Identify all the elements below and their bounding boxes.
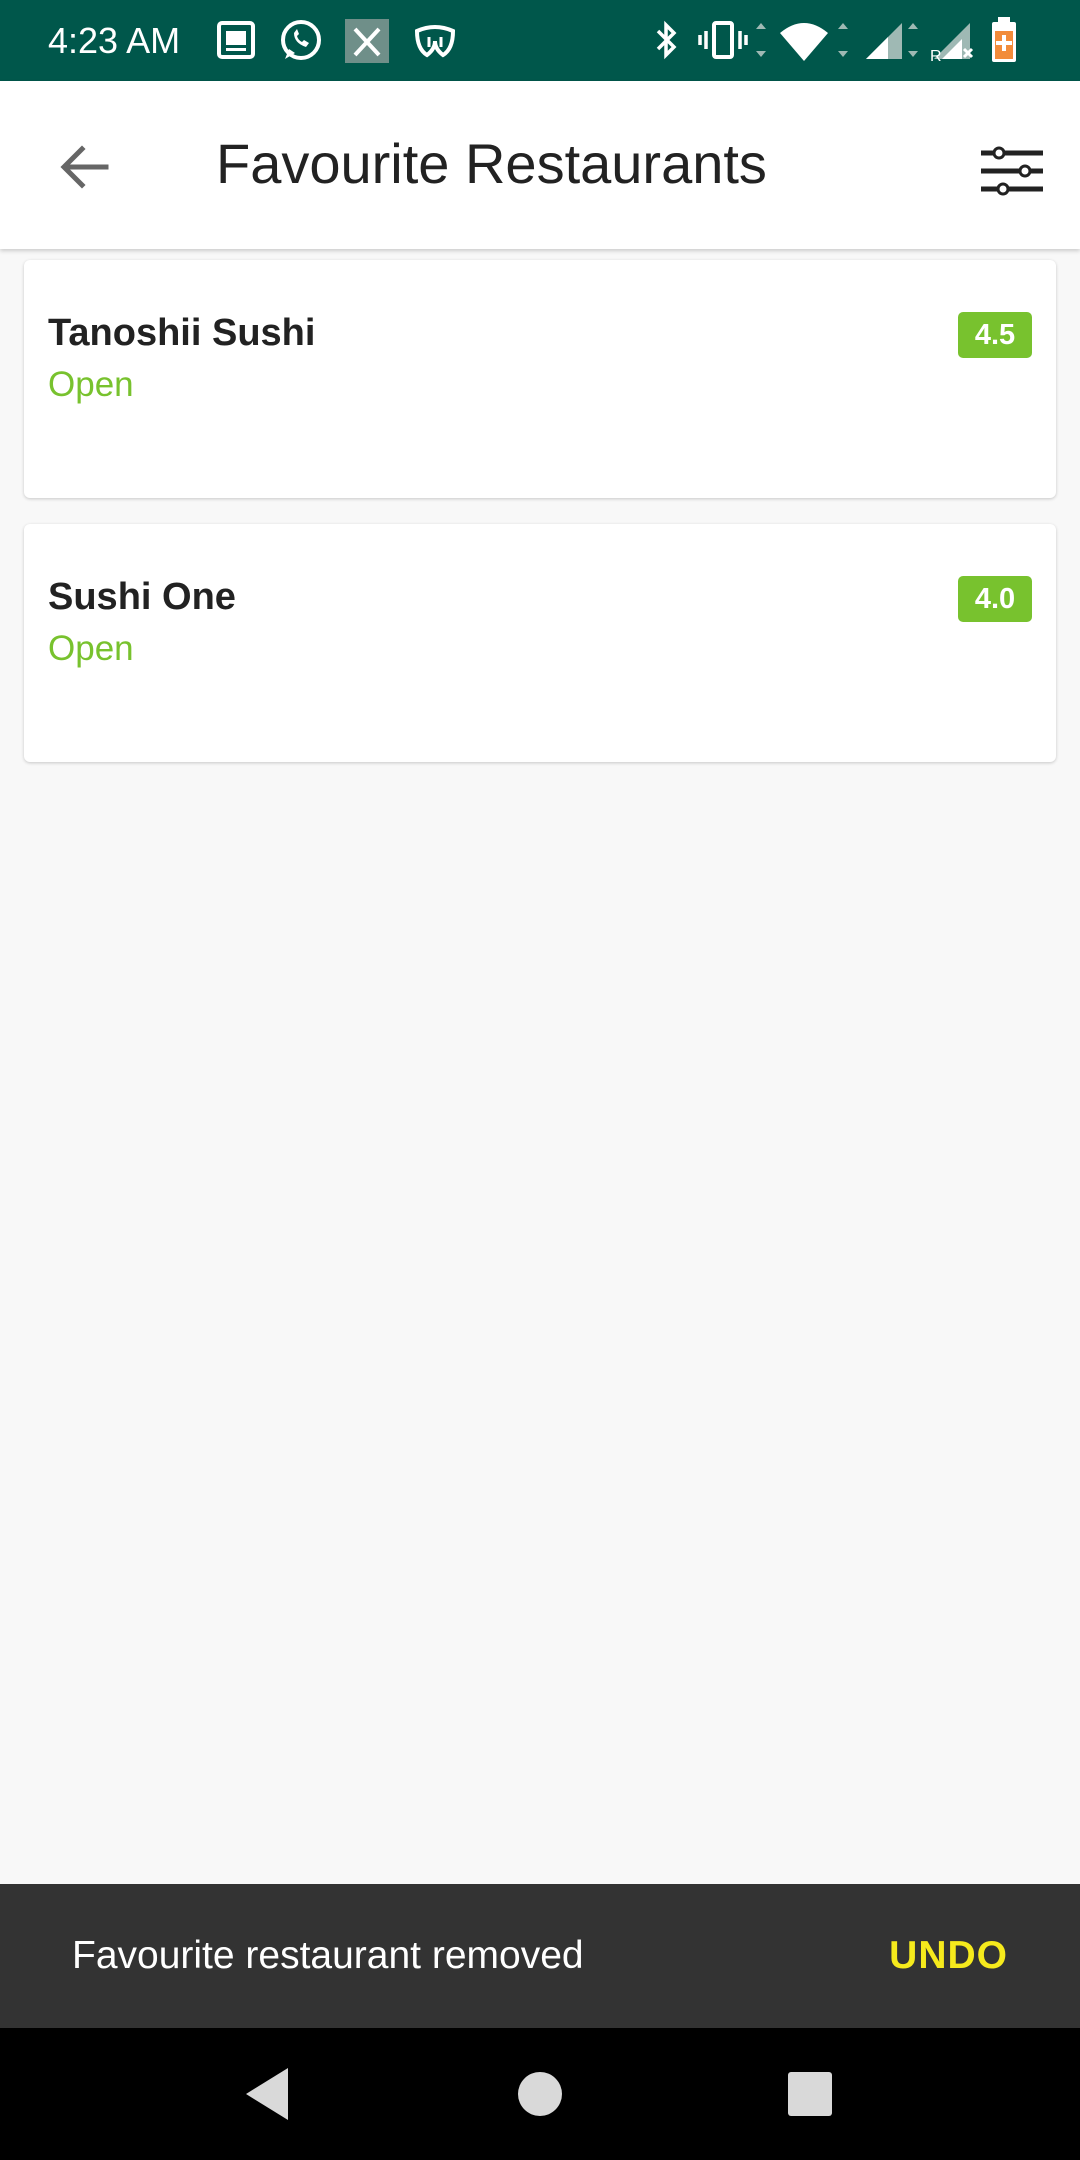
system-nav-bar (0, 2028, 1080, 2160)
app-bar: Favourite Restaurants (0, 81, 1080, 249)
status-system-icons: R (646, 15, 1036, 67)
filter-button[interactable] (968, 129, 1056, 217)
nav-home-icon[interactable] (508, 2062, 572, 2126)
svg-text:R: R (930, 48, 942, 65)
restaurant-card[interactable]: Sushi One Open 4.0 (24, 524, 1056, 762)
restaurant-status: Open (48, 365, 134, 404)
signal-roaming-icon: R (928, 15, 982, 72)
sliders-icon (979, 141, 1045, 206)
page-title: Favourite Restaurants (216, 132, 767, 195)
vibrate-icon (696, 15, 768, 72)
rating-badge: 4.5 (958, 312, 1032, 358)
wifi-icon (774, 15, 854, 72)
restaurant-name: Tanoshii Sushi (48, 312, 316, 354)
nav-recents-icon[interactable] (778, 2062, 842, 2126)
undo-button[interactable]: UNDO (889, 1932, 1008, 1980)
mask-icon (411, 15, 459, 72)
bluetooth-icon (646, 15, 686, 72)
photo-icon (215, 15, 259, 72)
back-button[interactable] (40, 125, 128, 213)
snackbar: Favourite restaurant removed UNDO (0, 1884, 1080, 2028)
restaurant-list: Tanoshii Sushi Open 4.5 Sushi One Open 4… (24, 260, 1056, 788)
restaurant-card[interactable]: Tanoshii Sushi Open 4.5 (24, 260, 1056, 498)
restaurant-name: Sushi One (48, 576, 236, 618)
status-bar: 4:23 AM R (0, 0, 1080, 81)
arrow-back-icon (56, 139, 112, 200)
restaurant-status: Open (48, 629, 134, 668)
battery-charging-icon (986, 15, 1022, 72)
rating-badge: 4.0 (958, 576, 1032, 622)
nav-back-icon[interactable] (236, 2062, 300, 2126)
whatsapp-icon (277, 15, 325, 72)
snackbar-message: Favourite restaurant removed (72, 1934, 584, 1977)
signal-icon (860, 15, 924, 72)
status-time: 4:23 AM (48, 20, 181, 61)
notification-x-icon (343, 15, 391, 72)
